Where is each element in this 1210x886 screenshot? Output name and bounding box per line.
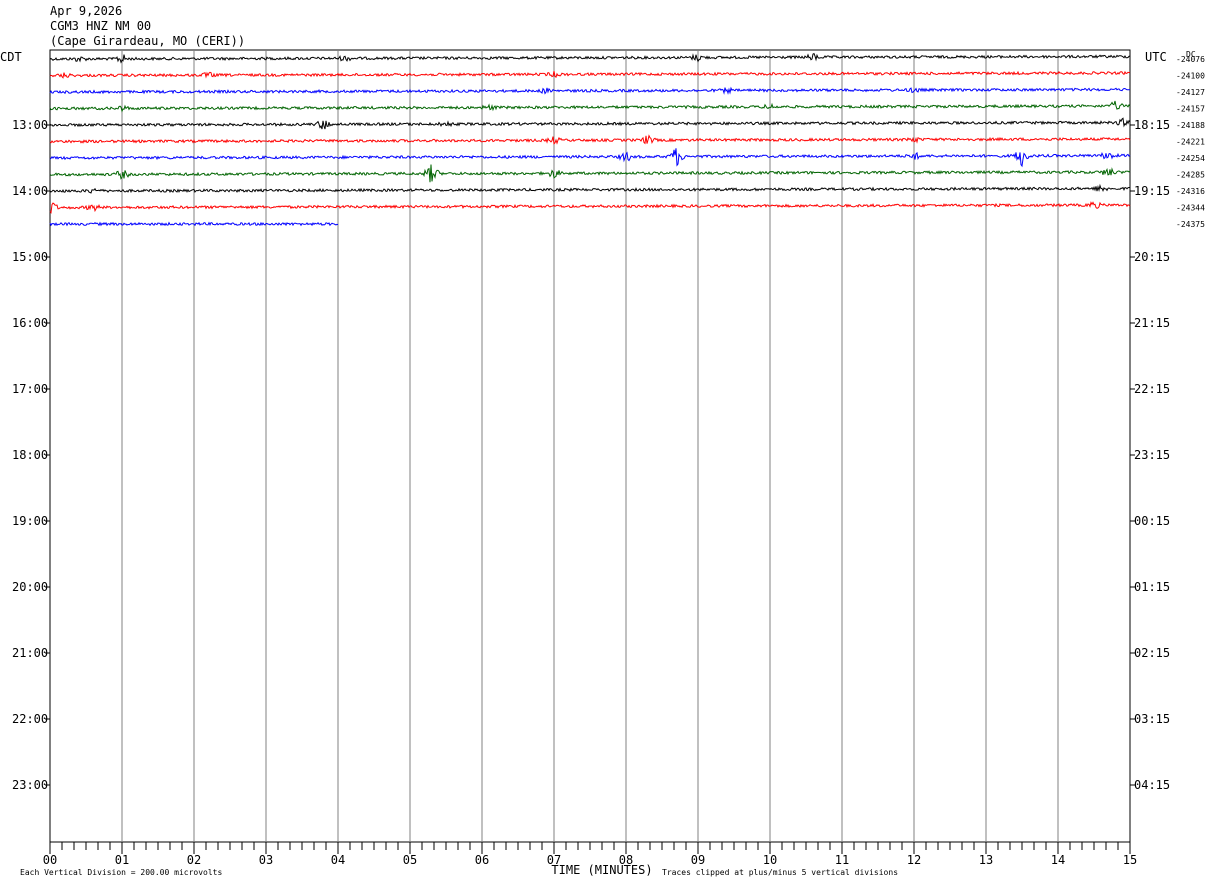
hour-label-left: 15:00 — [12, 250, 48, 264]
hour-label-right: 01:15 — [1134, 580, 1170, 594]
dc-offset-label: -24285 — [1176, 171, 1205, 180]
hour-label-left: 13:00 — [12, 118, 48, 132]
x-tick-label: 14 — [1051, 853, 1065, 867]
dc-offset-label: -24188 — [1176, 121, 1205, 130]
seismic-trace — [49, 117, 1131, 130]
helicorder-chart: 00 01 02 03 04 05 06 07 08 09 10 11 12 13 14 15CDT UTC DC… — [0, 49, 1205, 877]
dc-offset-label: -24344 — [1176, 204, 1205, 213]
hour-label-right: 03:15 — [1134, 712, 1170, 726]
x-tick-label: 05 — [403, 853, 417, 867]
dc-offset-label: -24254 — [1176, 154, 1205, 163]
hour-label-left: 23:00 — [12, 778, 48, 792]
x-axis-label: TIME (MINUTES) — [551, 863, 652, 877]
hour-label-left: 18:00 — [12, 448, 48, 462]
hour-label-right: 21:15 — [1134, 316, 1170, 330]
seismic-trace — [49, 148, 1131, 168]
x-tick-label: 01 — [115, 853, 129, 867]
seismic-trace — [49, 201, 1131, 214]
x-tick-label: 00 — [43, 853, 57, 867]
hour-label-right: 19:15 — [1134, 184, 1170, 198]
left-axis-title-cdt: CDT — [0, 50, 22, 64]
hour-label-left: 19:00 — [12, 514, 48, 528]
hour-label-left: 20:00 — [12, 580, 48, 594]
dc-offset-label: -24076 — [1176, 55, 1205, 64]
dc-offset-label: -24316 — [1176, 187, 1205, 196]
seismic-trace — [49, 183, 1130, 194]
right-axis-title-utc: UTC — [1145, 50, 1167, 64]
vertical-division-note: Each Vertical Division = 200.00 microvol… — [20, 868, 222, 877]
hour-label-right: 02:15 — [1134, 646, 1170, 660]
dc-offset-label: -24100 — [1176, 72, 1205, 81]
hour-label-left: 22:00 — [12, 712, 48, 726]
x-tick-label: 02 — [187, 853, 201, 867]
hour-label-left: 17:00 — [12, 382, 48, 396]
clip-note: Traces clipped at plus/minus 5 vertical … — [662, 868, 898, 877]
seismic-trace — [49, 134, 1131, 145]
hour-label-right: 23:15 — [1134, 448, 1170, 462]
seismic-trace — [49, 100, 1131, 113]
hour-label-left: 21:00 — [12, 646, 48, 660]
plot-frame — [49, 49, 1131, 843]
seismic-trace — [49, 70, 1131, 79]
hour-label-left: 14:00 — [12, 184, 48, 198]
x-tick-label: 15 — [1123, 853, 1137, 867]
seismic-trace — [49, 86, 1131, 95]
hour-label-right: 22:15 — [1134, 382, 1170, 396]
seismic-trace — [49, 164, 1131, 183]
dc-offset-label: -24375 — [1176, 220, 1205, 229]
x-tick-label: 04 — [331, 853, 345, 867]
x-tick-label: 13 — [979, 853, 993, 867]
x-tick-label: 06 — [475, 853, 489, 867]
hour-label-right: 18:15 — [1134, 118, 1170, 132]
hour-label-left: 16:00 — [12, 316, 48, 330]
dc-offset-label: -24221 — [1176, 138, 1205, 147]
x-tick-label: 09 — [691, 853, 705, 867]
dc-offset-label: -24157 — [1176, 105, 1205, 114]
dc-offset-label: -24127 — [1176, 88, 1205, 97]
hour-label-right: 20:15 — [1134, 250, 1170, 264]
x-tick-label: 03 — [259, 853, 273, 867]
x-tick-label: 12 — [907, 853, 921, 867]
seismic-trace — [49, 52, 1131, 64]
hour-label-right: 04:15 — [1134, 778, 1170, 792]
x-tick-label: 11 — [835, 853, 849, 867]
x-tick-label: 10 — [763, 853, 777, 867]
hour-label-right: 00:15 — [1134, 514, 1170, 528]
